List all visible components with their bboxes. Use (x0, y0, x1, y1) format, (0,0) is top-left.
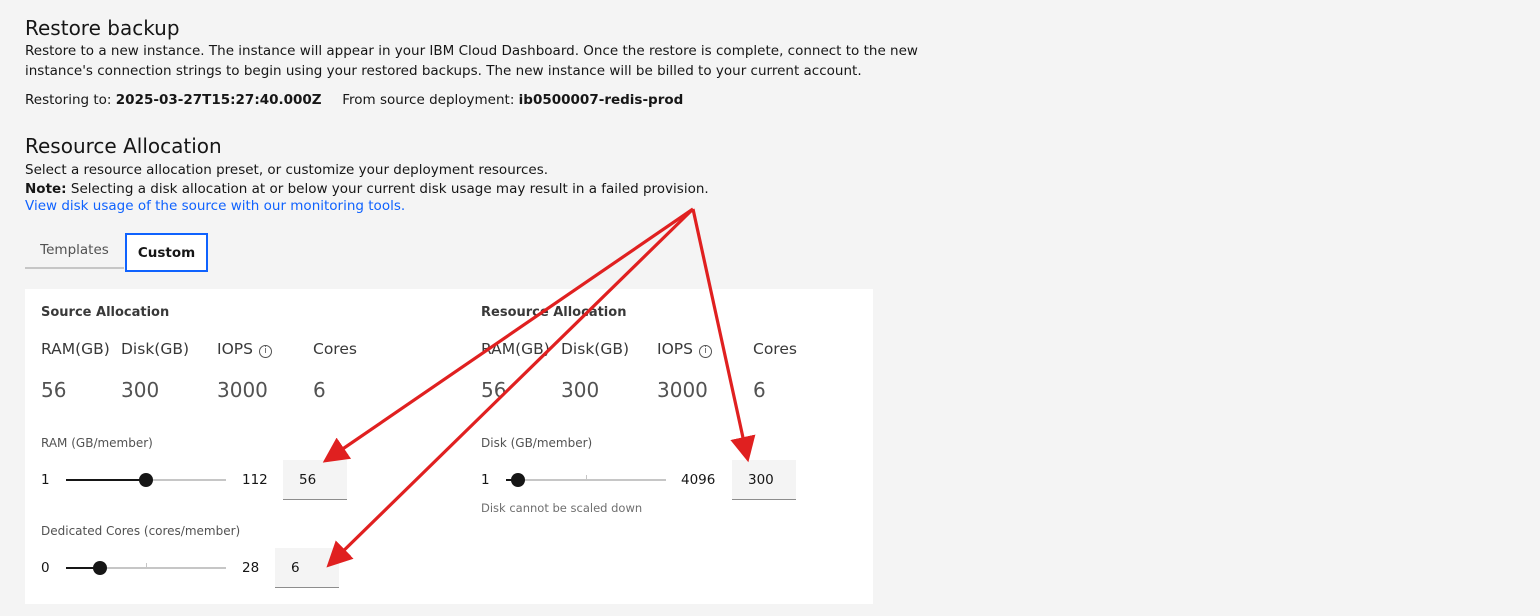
info-icon[interactable]: i (258, 345, 272, 358)
disk-slider-label: Disk (GB/member) (481, 436, 593, 450)
cores-slider-label: Dedicated Cores (cores/member) (41, 524, 241, 538)
target-iops-header-label: IOPS (657, 340, 693, 358)
restoring-to-value: 2025-03-27T15:27:40.000Z (115, 92, 322, 108)
source-iops-header-label: IOPS (217, 340, 253, 358)
source-deployment-value: ib0500007-redis-prod (518, 92, 684, 108)
source-cores-header: Cores (313, 340, 357, 358)
monitoring-tools-link[interactable]: View disk usage of the source with our m… (25, 198, 405, 214)
slider-filled-track (66, 479, 146, 481)
cores-slider-min: 0 (41, 560, 50, 576)
cores-slider-max: 28 (242, 560, 260, 576)
source-ram-value: 56 (41, 378, 67, 402)
slider-tick (146, 563, 147, 568)
restore-description-line2: instance's connection strings to begin u… (25, 63, 862, 79)
resource-allocation-title: Resource Allocation (25, 134, 222, 158)
source-ram-header: RAM(GB) (41, 340, 110, 358)
disk-input[interactable] (732, 460, 796, 500)
disk-note: Note: Selecting a disk allocation at or … (25, 179, 709, 199)
slider-thumb[interactable] (139, 473, 153, 487)
disk-slider-max: 4096 (681, 472, 716, 488)
ram-input[interactable] (283, 460, 347, 500)
target-disk-value: 300 (561, 378, 600, 402)
note-text: Selecting a disk allocation at or below … (70, 181, 709, 197)
target-allocation-title: Resource Allocation (481, 305, 627, 320)
source-iops-value: 3000 (217, 378, 268, 402)
note-label: Note: (25, 181, 67, 197)
target-cores-header: Cores (753, 340, 797, 358)
target-iops-value: 3000 (657, 378, 708, 402)
resource-allocation-description: Select a resource allocation preset, or … (25, 162, 549, 178)
disk-slider[interactable] (506, 473, 666, 487)
slider-thumb[interactable] (93, 561, 107, 575)
source-iops-header: IOPS i (217, 340, 272, 358)
ram-slider-max: 112 (242, 472, 268, 488)
source-disk-value: 300 (121, 378, 160, 402)
target-cores-value: 6 (753, 378, 766, 402)
restore-details: Restoring to: 2025-03-27T15:27:40.000Z F… (25, 90, 683, 110)
source-cores-value: 6 (313, 378, 326, 402)
source-disk-header: Disk(GB) (121, 340, 190, 358)
target-disk-header: Disk(GB) (561, 340, 630, 358)
source-deployment-label: From source deployment: (342, 92, 515, 108)
tab-custom[interactable]: Custom (125, 233, 208, 272)
ram-slider-min: 1 (41, 472, 50, 488)
cores-input[interactable] (275, 548, 339, 588)
slider-thumb[interactable] (511, 473, 525, 487)
source-allocation-title: Source Allocation (41, 305, 170, 320)
page-title: Restore backup (25, 16, 180, 40)
target-ram-header: RAM(GB) (481, 340, 550, 358)
restoring-to-label: Restoring to: (25, 92, 112, 108)
slider-tick (586, 475, 587, 480)
tab-templates[interactable]: Templates (25, 233, 124, 269)
ram-slider[interactable] (66, 473, 226, 487)
disk-slider-min: 1 (481, 472, 490, 488)
restore-description-line1: Restore to a new instance. The instance … (25, 43, 918, 59)
target-iops-header: IOPS i (657, 340, 712, 358)
target-ram-value: 56 (481, 378, 507, 402)
ram-slider-label: RAM (GB/member) (41, 436, 153, 450)
cores-slider[interactable] (66, 561, 226, 575)
info-icon[interactable]: i (698, 345, 712, 358)
disk-helper-text: Disk cannot be scaled down (481, 501, 643, 515)
